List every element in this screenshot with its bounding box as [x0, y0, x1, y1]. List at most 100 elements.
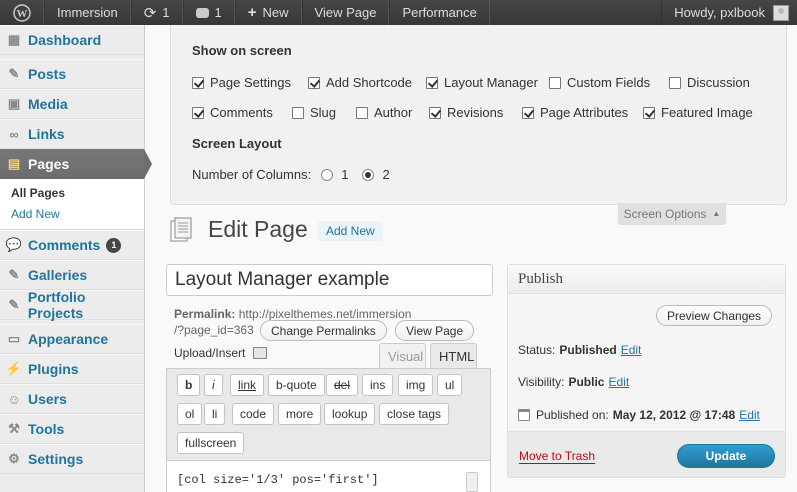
radio-columns-2[interactable]: [362, 168, 375, 181]
submenu-add-new[interactable]: Add New: [11, 204, 144, 225]
checkbox[interactable]: [308, 76, 320, 89]
pin-icon: ✎: [8, 267, 20, 282]
site-name-link[interactable]: Immersion: [44, 0, 131, 25]
checkbox[interactable]: [669, 76, 681, 89]
qt-del-button[interactable]: del: [326, 374, 359, 396]
checkbox-layout-manager[interactable]: Layout Manager: [426, 75, 538, 90]
sidebar-item-label: Appearance: [28, 331, 109, 347]
publish-heading: Publish: [508, 265, 785, 294]
checkbox-page-attributes[interactable]: Page Attributes: [522, 105, 628, 120]
checkbox-label: Author: [374, 105, 413, 120]
qt-fullscreen-button[interactable]: fullscreen: [177, 432, 245, 454]
view-page-link[interactable]: View Page: [301, 0, 390, 25]
post-title-input[interactable]: [166, 264, 493, 296]
content-text: [col size='1/3' pos='first']: [177, 473, 379, 487]
checkbox[interactable]: [426, 76, 438, 89]
radio-columns-1[interactable]: [321, 168, 334, 181]
move-to-trash-link[interactable]: Move to Trash: [519, 449, 596, 464]
performance-link[interactable]: Performance: [389, 0, 490, 25]
qt-close-tags-button[interactable]: close tags: [379, 403, 450, 425]
qt-bold-button[interactable]: b: [177, 374, 201, 396]
change-permalinks-button[interactable]: Change Permalinks: [260, 320, 387, 341]
sidebar-item-comments[interactable]: 💬 Comments 1: [0, 230, 144, 260]
permalink-url-2: /?page_id=363: [174, 323, 254, 337]
sidebar-item-settings[interactable]: ⚙ Settings: [0, 444, 144, 474]
qt-li-button[interactable]: li: [204, 403, 226, 425]
qt-more-button[interactable]: more: [278, 403, 322, 425]
qt-img-button[interactable]: img: [398, 374, 434, 396]
radio-label: 2: [382, 167, 390, 182]
updates-link[interactable]: ⟳ 1: [130, 0, 183, 25]
plus-icon: +: [247, 4, 257, 21]
preview-changes-button[interactable]: Preview Changes: [656, 305, 773, 326]
tools-icon: ⚒: [8, 421, 20, 436]
comments-link[interactable]: 1: [182, 0, 235, 25]
permalink-url-1: http://pixelthemes.net/immersion: [238, 307, 412, 321]
qt-link-button[interactable]: link: [230, 374, 265, 396]
add-new-button[interactable]: Add New: [318, 221, 383, 241]
sidebar-item-label: Galleries: [28, 267, 88, 283]
new-content-link[interactable]: + New: [234, 0, 302, 25]
sidebar-item-pages[interactable]: ▤ Pages: [0, 149, 152, 179]
sidebar-item-media[interactable]: ▣ Media: [0, 89, 144, 119]
admin-bar: W Immersion ⟳ 1 1 + New View Page Performa…: [0, 0, 797, 25]
comment-icon: 💬: [5, 237, 23, 252]
checkbox-label: Comments: [210, 105, 273, 120]
link-icon: ∞: [9, 126, 19, 142]
sidebar-item-label: Comments: [28, 237, 101, 253]
checkbox-comments[interactable]: Comments: [192, 105, 273, 120]
checkbox-featured-image[interactable]: Featured Image: [643, 105, 753, 120]
tab-html[interactable]: HTML: [430, 343, 477, 369]
add-media-icon[interactable]: [253, 347, 268, 359]
sidebar-item-appearance[interactable]: ▭ Appearance: [0, 324, 144, 354]
account-menu[interactable]: Howdy, pxlbook: [661, 0, 797, 25]
screen-options-tab[interactable]: Screen Options ▲: [618, 203, 726, 225]
update-button[interactable]: Update: [677, 444, 775, 468]
edit-status-link[interactable]: Edit: [621, 343, 642, 357]
qt-ins-button[interactable]: ins: [362, 374, 394, 396]
updates-count: 1: [162, 5, 170, 20]
sidebar-item-tools[interactable]: ⚒ Tools: [0, 414, 144, 444]
checkbox[interactable]: [643, 106, 655, 119]
sidebar-item-portfolio-projects[interactable]: ✎ Portfolio Projects: [0, 289, 144, 321]
qt-ol-button[interactable]: ol: [177, 403, 203, 425]
checkbox-label: Revisions: [447, 105, 504, 120]
edit-date-link[interactable]: Edit: [739, 408, 760, 422]
sidebar-item-posts[interactable]: ✎ Posts: [0, 59, 144, 89]
checkbox-revisions[interactable]: Revisions: [429, 105, 503, 120]
sidebar-item-users[interactable]: ☺ Users: [0, 384, 144, 414]
checkbox[interactable]: [356, 106, 368, 119]
checkbox[interactable]: [429, 106, 441, 119]
qt-code-button[interactable]: code: [232, 403, 275, 425]
sidebar-item-dashboard[interactable]: ▦ Dashboard: [0, 25, 144, 55]
edit-visibility-link[interactable]: Edit: [608, 375, 629, 389]
sidebar-item-label: Users: [28, 391, 67, 407]
sidebar-item-label: Tools: [28, 421, 65, 437]
checkbox[interactable]: [549, 76, 561, 89]
content-scrollbar[interactable]: [466, 472, 478, 492]
wordpress-logo-icon[interactable]: W: [0, 0, 44, 25]
content-editor[interactable]: [col size='1/3' pos='first']: [166, 460, 491, 492]
sidebar-item-label: Pages: [28, 156, 70, 172]
checkbox-add-shortcode[interactable]: Add Shortcode: [308, 75, 412, 90]
sidebar-item-galleries[interactable]: ✎ Galleries: [0, 260, 144, 290]
checkbox-slug[interactable]: Slug: [292, 105, 336, 120]
checkbox[interactable]: [292, 106, 304, 119]
checkbox-custom-fields[interactable]: Custom Fields: [549, 75, 650, 90]
qt-italic-button[interactable]: i: [204, 374, 223, 396]
sidebar-item-links[interactable]: ∞ Links: [0, 119, 144, 149]
submenu-all-pages[interactable]: All Pages: [11, 183, 144, 204]
qt-ul-button[interactable]: ul: [437, 374, 463, 396]
qt-bquote-button[interactable]: b-quote: [268, 374, 325, 396]
tab-visual[interactable]: Visual: [379, 343, 426, 369]
checkbox[interactable]: [192, 106, 204, 119]
permalink-label: Permalink:: [174, 307, 236, 321]
checkbox[interactable]: [522, 106, 534, 119]
checkbox-author[interactable]: Author: [356, 105, 412, 120]
checkbox[interactable]: [192, 76, 204, 89]
checkbox-page-settings[interactable]: Page Settings: [192, 75, 291, 90]
qt-lookup-button[interactable]: lookup: [324, 403, 376, 425]
view-page-button[interactable]: View Page: [395, 320, 475, 341]
sidebar-item-plugins[interactable]: ⚡ Plugins: [0, 354, 144, 384]
checkbox-discussion[interactable]: Discussion: [669, 75, 750, 90]
